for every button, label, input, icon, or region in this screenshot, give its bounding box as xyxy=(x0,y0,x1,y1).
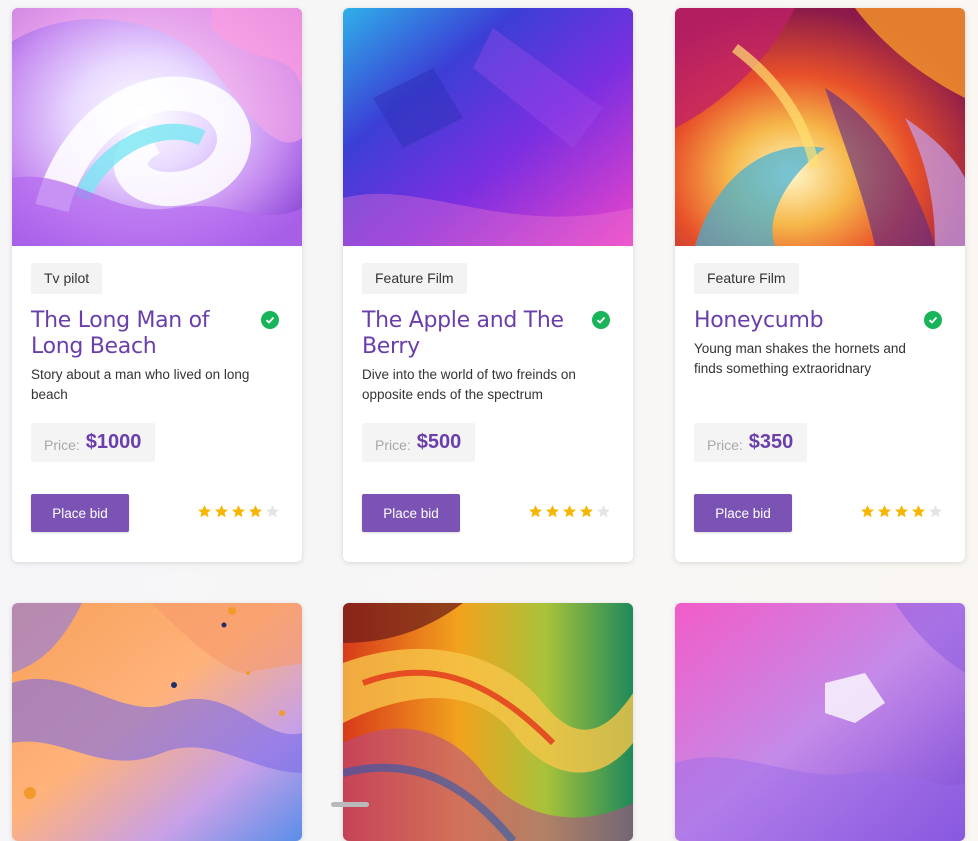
listing-card[interactable]: Tv pilot The Long Man of Long Beach Stor… xyxy=(12,8,302,562)
category-tag: Feature Film xyxy=(362,263,467,294)
price-value: $500 xyxy=(416,431,462,453)
star-icon[interactable] xyxy=(545,504,560,519)
star-rating[interactable] xyxy=(197,504,280,519)
price-box: Price: $350 xyxy=(694,423,808,462)
star-icon[interactable] xyxy=(248,504,263,519)
check-circle-icon xyxy=(261,311,279,329)
listing-description: Young man shakes the hornets and finds s… xyxy=(694,341,906,376)
listing-image[interactable] xyxy=(343,603,633,841)
price-label: Price: xyxy=(707,436,743,453)
listing-image[interactable] xyxy=(675,8,965,246)
place-bid-button[interactable]: Place bid xyxy=(694,494,792,532)
price-box: Price: $1000 xyxy=(31,423,156,462)
check-circle-icon xyxy=(924,311,942,329)
place-bid-button[interactable]: Place bid xyxy=(31,494,129,532)
star-icon[interactable] xyxy=(860,504,875,519)
listing-title[interactable]: The Apple and The Berry xyxy=(362,308,572,360)
star-rating[interactable] xyxy=(860,504,943,519)
listing-image[interactable] xyxy=(343,8,633,246)
listing-card[interactable]: Feature Film The Apple and The Berry Div… xyxy=(343,8,633,562)
star-icon[interactable] xyxy=(877,504,892,519)
listing-card[interactable] xyxy=(343,603,633,841)
star-icon[interactable] xyxy=(596,504,611,519)
listing-description: Story about a man who lived on long beac… xyxy=(31,367,250,402)
star-icon[interactable] xyxy=(928,504,943,519)
horizontal-scrollbar[interactable] xyxy=(331,802,369,807)
check-circle-icon xyxy=(592,311,610,329)
star-icon[interactable] xyxy=(528,504,543,519)
listing-card[interactable] xyxy=(12,603,302,841)
star-icon[interactable] xyxy=(894,504,909,519)
category-tag: Tv pilot xyxy=(31,263,103,294)
category-tag: Feature Film xyxy=(694,263,799,294)
price-label: Price: xyxy=(375,436,411,453)
star-icon[interactable] xyxy=(197,504,212,519)
place-bid-button[interactable]: Place bid xyxy=(362,494,460,532)
listing-description: Dive into the world of two freinds on op… xyxy=(362,367,576,402)
listing-title[interactable]: Honeycumb xyxy=(694,308,904,334)
star-icon[interactable] xyxy=(579,504,594,519)
star-icon[interactable] xyxy=(265,504,280,519)
price-value: $350 xyxy=(748,431,794,453)
star-rating[interactable] xyxy=(528,504,611,519)
listing-image[interactable] xyxy=(12,8,302,246)
listing-card[interactable]: Feature Film Honeycumb Young man shakes … xyxy=(675,8,965,562)
listing-card[interactable] xyxy=(675,603,965,841)
listing-image[interactable] xyxy=(675,603,965,841)
price-label: Price: xyxy=(44,436,80,453)
star-icon[interactable] xyxy=(214,504,229,519)
listing-image[interactable] xyxy=(12,603,302,841)
listing-title[interactable]: The Long Man of Long Beach xyxy=(31,308,241,360)
star-icon[interactable] xyxy=(562,504,577,519)
price-box: Price: $500 xyxy=(362,423,476,462)
price-value: $1000 xyxy=(85,431,142,453)
star-icon[interactable] xyxy=(231,504,246,519)
star-icon[interactable] xyxy=(911,504,926,519)
